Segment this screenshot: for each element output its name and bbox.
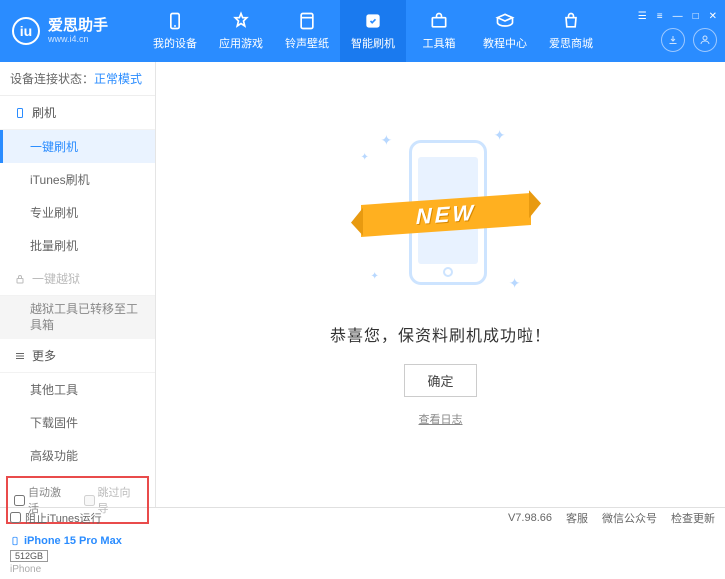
checkbox-block-itunes[interactable]: 阻止iTunes运行: [10, 510, 102, 526]
nav-label: 智能刷机: [351, 35, 395, 51]
window-controls: ☰ ≡ — □ ✕: [638, 11, 717, 22]
minimize-icon[interactable]: —: [673, 11, 683, 22]
nav-apps[interactable]: 应用游戏: [208, 0, 274, 62]
nav-label: 爱思商城: [549, 35, 593, 51]
app-header: iu 爱思助手 www.i4.cn 我的设备 应用游戏 铃声壁纸 智能刷机 工具…: [0, 0, 725, 62]
footer-link-wechat[interactable]: 微信公众号: [602, 510, 657, 526]
nav-flash[interactable]: 智能刷机: [340, 0, 406, 62]
sidebar-item-oneclick-flash[interactable]: 一键刷机: [0, 130, 155, 163]
success-illustration: ✦ ✦ ✦ ✦ ✦ NEW: [351, 122, 531, 302]
lock-icon[interactable]: ☰: [638, 11, 647, 22]
logo-area: iu 爱思助手 www.i4.cn: [12, 17, 142, 45]
nav-ringtones[interactable]: 铃声壁纸: [274, 0, 340, 62]
nav-label: 工具箱: [423, 35, 456, 51]
sidebar-section-jailbreak: 一键越狱: [0, 262, 155, 296]
phone-icon: [14, 107, 26, 119]
menu-icon[interactable]: ≡: [657, 11, 663, 22]
nav-label: 教程中心: [483, 35, 527, 51]
sidebar-jailbreak-note: 越狱工具已转移至工具箱: [0, 296, 155, 339]
logo-icon: iu: [12, 17, 40, 45]
view-log-link[interactable]: 查看日志: [419, 411, 463, 427]
sidebar-item-batch-flash[interactable]: 批量刷机: [0, 229, 155, 262]
sidebar-item-pro-flash[interactable]: 专业刷机: [0, 196, 155, 229]
device-name: iPhone 15 Pro Max: [24, 535, 122, 547]
top-nav: 我的设备 应用游戏 铃声壁纸 智能刷机 工具箱 教程中心 爱思商城: [142, 0, 604, 62]
version-label: V7.98.66: [508, 512, 552, 524]
device-info[interactable]: iPhone 15 Pro Max 512GB iPhone: [0, 528, 155, 579]
nav-my-device[interactable]: 我的设备: [142, 0, 208, 62]
nav-label: 应用游戏: [219, 35, 263, 51]
phone-icon: [10, 534, 20, 548]
success-message: 恭喜您，保资料刷机成功啦！: [330, 322, 551, 346]
device-storage: 512GB: [10, 550, 48, 562]
nav-label: 铃声壁纸: [285, 35, 329, 51]
connection-status: 设备连接状态：正常模式: [0, 62, 155, 96]
nav-tutorials[interactable]: 教程中心: [472, 0, 538, 62]
nav-toolbox[interactable]: 工具箱: [406, 0, 472, 62]
sidebar: 设备连接状态：正常模式 刷机 一键刷机 iTunes刷机 专业刷机 批量刷机 一…: [0, 62, 156, 507]
close-icon[interactable]: ✕: [709, 11, 717, 22]
sidebar-section-more[interactable]: 更多: [0, 339, 155, 373]
maximize-icon[interactable]: □: [693, 11, 699, 22]
ok-button[interactable]: 确定: [404, 364, 476, 397]
footer-link-support[interactable]: 客服: [566, 510, 588, 526]
nav-label: 我的设备: [153, 35, 197, 51]
sidebar-item-download-firmware[interactable]: 下载固件: [0, 406, 155, 439]
footer-link-update[interactable]: 检查更新: [671, 510, 715, 526]
sidebar-item-itunes-flash[interactable]: iTunes刷机: [0, 163, 155, 196]
device-type: iPhone: [10, 564, 145, 575]
sidebar-section-flash[interactable]: 刷机: [0, 96, 155, 130]
sidebar-item-other-tools[interactable]: 其他工具: [0, 373, 155, 406]
sidebar-item-advanced[interactable]: 高级功能: [0, 439, 155, 472]
main-content: ✦ ✦ ✦ ✦ ✦ NEW 恭喜您，保资料刷机成功啦！ 确定 查看日志: [156, 62, 725, 507]
new-ribbon: NEW: [361, 194, 531, 236]
app-url: www.i4.cn: [48, 34, 108, 44]
download-button[interactable]: [661, 28, 685, 52]
nav-store[interactable]: 爱思商城: [538, 0, 604, 62]
lock-icon: [14, 273, 26, 285]
menu-icon: [14, 350, 26, 362]
app-title: 爱思助手: [48, 18, 108, 35]
user-button[interactable]: [693, 28, 717, 52]
